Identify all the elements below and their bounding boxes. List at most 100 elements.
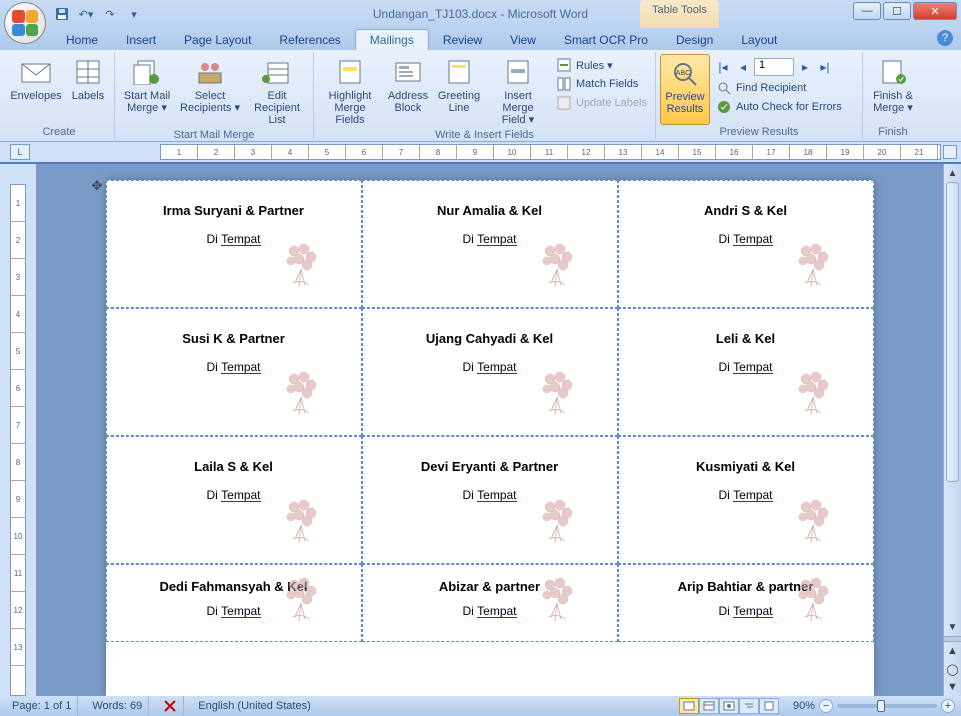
auto-check-errors-button[interactable]: Auto Check for Errors <box>712 98 858 116</box>
document-viewport[interactable]: ✥ Irma Suryani & PartnerDi Tempat Nur Am… <box>36 164 943 696</box>
highlight-merge-fields-button[interactable]: Highlight Merge Fields <box>318 54 382 128</box>
scroll-down-button[interactable]: ▼ <box>944 618 961 636</box>
statusbar: Page: 1 of 1 Words: 69 English (United S… <box>0 696 961 716</box>
next-record-button[interactable]: ▸ <box>796 58 814 76</box>
office-logo-icon <box>12 10 38 36</box>
zoom-slider-thumb[interactable] <box>877 700 885 712</box>
page-indicator[interactable]: Page: 1 of 1 <box>6 696 78 716</box>
tab-review[interactable]: Review <box>429 30 496 50</box>
recipient-name: Kusmiyati & Kel <box>696 459 795 474</box>
label-cell[interactable]: Kusmiyati & KelDi Tempat <box>618 436 874 564</box>
update-labels-button[interactable]: Update Labels <box>552 94 651 112</box>
tab-selector[interactable]: L <box>10 144 30 160</box>
find-recipient-button[interactable]: Find Recipient <box>712 79 858 97</box>
label-cell[interactable]: Arip Bahtiar & partnerDi Tempat <box>618 564 874 642</box>
group-start-mail-merge: Start Mail Merge ▾ Select Recipients ▾ E… <box>115 52 314 139</box>
insert-merge-field-button[interactable]: Insert Merge Field ▾ <box>486 54 550 128</box>
qat-customize-icon[interactable]: ▾ <box>124 4 144 24</box>
browse-object-button[interactable]: ◯ <box>944 660 961 678</box>
flower-icon <box>791 367 835 417</box>
ruler-toggle-button[interactable] <box>943 145 957 159</box>
vertical-scrollbar[interactable]: ▲ ▼ ▲ ◯ ▼ <box>943 164 961 696</box>
scroll-thumb[interactable] <box>946 182 959 482</box>
record-number-input[interactable]: 1 <box>754 58 794 76</box>
label-cell[interactable]: Leli & KelDi Tempat <box>618 308 874 436</box>
save-icon[interactable] <box>52 4 72 24</box>
tab-mailings[interactable]: Mailings <box>355 29 429 50</box>
recipient-name: Devi Eryanti & Partner <box>421 459 558 474</box>
view-buttons <box>679 698 779 714</box>
language-indicator[interactable]: English (United States) <box>192 696 317 716</box>
svg-text:ABC: ABC <box>676 70 690 77</box>
recipient-name: Irma Suryani & Partner <box>163 203 304 218</box>
recipient-name: Susi K & Partner <box>182 331 285 346</box>
tab-design[interactable]: Design <box>662 30 727 50</box>
labels-button[interactable]: Labels <box>66 54 110 125</box>
scroll-track[interactable] <box>944 482 961 618</box>
next-page-button[interactable]: ▼ <box>944 678 961 696</box>
group-finish: Finish & Merge ▾ Finish <box>863 52 923 139</box>
tab-insert[interactable]: Insert <box>112 30 170 50</box>
maximize-button[interactable]: ☐ <box>883 2 911 20</box>
label-cell[interactable]: Devi Eryanti & PartnerDi Tempat <box>362 436 618 564</box>
rules-button[interactable]: Rules ▾ <box>552 56 651 74</box>
help-icon[interactable]: ? <box>937 30 953 46</box>
flower-icon <box>791 573 835 623</box>
tab-page-layout[interactable]: Page Layout <box>170 30 265 50</box>
redo-icon[interactable]: ↷ <box>100 4 120 24</box>
first-record-button[interactable]: |◂ <box>714 58 732 76</box>
tab-references[interactable]: References <box>265 30 354 50</box>
recipient-name: Leli & Kel <box>716 331 775 346</box>
proofing-indicator[interactable] <box>157 696 184 716</box>
draft-view[interactable] <box>759 698 779 714</box>
close-button[interactable]: ✕ <box>913 2 957 20</box>
recipient-name: Laila S & Kel <box>194 459 273 474</box>
recipient-name: Andri S & Kel <box>704 203 787 218</box>
greeting-line-button[interactable]: Greeting Line <box>434 54 484 128</box>
minimize-button[interactable]: — <box>853 2 881 20</box>
label-cell[interactable]: Irma Suryani & PartnerDi Tempat <box>106 180 362 308</box>
address-block-button[interactable]: Address Block <box>384 54 432 128</box>
edit-recipient-list-button[interactable]: Edit Recipient List <box>245 54 309 128</box>
tab-view[interactable]: View <box>496 30 550 50</box>
vertical-ruler-column: 12345678910111213 <box>0 164 36 696</box>
flower-icon <box>279 573 323 623</box>
zoom-level[interactable]: 90% <box>793 700 815 712</box>
prev-page-button[interactable]: ▲ <box>944 642 961 660</box>
horizontal-ruler[interactable]: 123456789101112131415161718192021 <box>160 144 941 160</box>
web-layout-view[interactable] <box>719 698 739 714</box>
tab-smart-ocr-pro[interactable]: Smart OCR Pro <box>550 30 662 50</box>
tab-layout[interactable]: Layout <box>727 30 791 50</box>
word-count[interactable]: Words: 69 <box>86 696 149 716</box>
print-layout-view[interactable] <box>679 698 699 714</box>
label-cell[interactable]: Abizar & partnerDi Tempat <box>362 564 618 642</box>
label-cell[interactable]: Nur Amalia & KelDi Tempat <box>362 180 618 308</box>
window-controls: — ☐ ✕ <box>853 2 957 20</box>
group-create: Envelopes Labels Create <box>4 52 115 139</box>
outline-view[interactable] <box>739 698 759 714</box>
label-cell[interactable]: Andri S & KelDi Tempat <box>618 180 874 308</box>
label-cell[interactable]: Susi K & PartnerDi Tempat <box>106 308 362 436</box>
envelopes-button[interactable]: Envelopes <box>8 54 64 125</box>
finish-merge-button[interactable]: Finish & Merge ▾ <box>867 54 919 125</box>
office-button[interactable] <box>4 2 46 44</box>
prev-record-button[interactable]: ◂ <box>734 58 752 76</box>
zoom-slider[interactable] <box>837 704 937 708</box>
label-cell[interactable]: Ujang Cahyadi & KelDi Tempat <box>362 308 618 436</box>
start-mail-merge-button[interactable]: Start Mail Merge ▾ <box>119 54 175 128</box>
label-cell[interactable]: Dedi Fahmansyah & KelDi Tempat <box>106 564 362 642</box>
table-anchor-icon[interactable]: ✥ <box>92 178 103 194</box>
label-cell[interactable]: Laila S & KelDi Tempat <box>106 436 362 564</box>
select-recipients-button[interactable]: Select Recipients ▾ <box>177 54 243 128</box>
preview-results-button[interactable]: ABCPreview Results <box>660 54 710 125</box>
zoom-out-button[interactable]: − <box>819 699 833 713</box>
vertical-ruler[interactable]: 12345678910111213 <box>10 184 26 696</box>
tab-home[interactable]: Home <box>52 30 112 50</box>
undo-icon[interactable]: ↶▾ <box>76 4 96 24</box>
match-fields-button[interactable]: Match Fields <box>552 75 651 93</box>
full-screen-view[interactable] <box>699 698 719 714</box>
scroll-up-button[interactable]: ▲ <box>944 164 961 182</box>
zoom-in-button[interactable]: + <box>941 699 955 713</box>
last-record-button[interactable]: ▸| <box>816 58 834 76</box>
flower-icon <box>791 495 835 545</box>
